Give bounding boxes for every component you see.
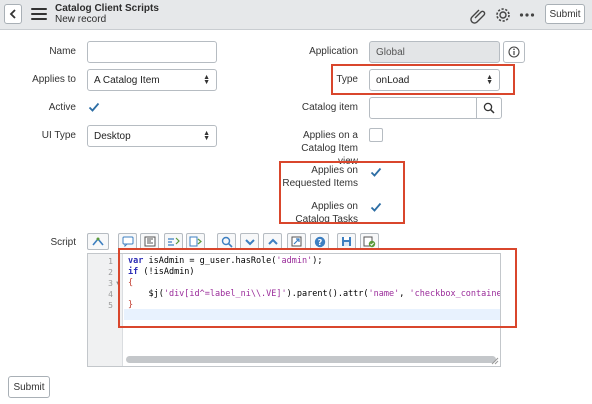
collapse-icon (244, 238, 255, 245)
submit-button-header[interactable]: Submit (545, 4, 585, 24)
script-include-icon (92, 237, 104, 246)
active-checkbox[interactable] (87, 100, 101, 114)
info-button[interactable] (503, 41, 525, 63)
select-arrows-icon: ▲ ▼ (203, 130, 210, 142)
chevron-left-icon (9, 9, 16, 19)
page-subtitle: New record (55, 14, 107, 25)
catalog-item-lookup-button[interactable] (476, 97, 502, 119)
more-options-icon[interactable] (518, 6, 536, 24)
ui-type-label: UI Type (41, 130, 76, 141)
script-label: Script (50, 237, 76, 248)
ui-type-value: Desktop (94, 130, 131, 142)
applies-on-catalog-item-view-checkbox[interactable] (369, 128, 383, 142)
applies-to-label: Applies to (32, 74, 76, 85)
fullscreen-icon (291, 236, 302, 247)
line-number: 2 (108, 268, 113, 277)
active-label: Active (48, 102, 76, 113)
applies-to-select[interactable]: A Catalog Item ▲ ▼ (87, 69, 217, 91)
submit-button-footer[interactable]: Submit (8, 376, 50, 398)
expand-icon (267, 238, 278, 245)
comment-icon (122, 236, 133, 247)
applies-on-highlight-box (279, 161, 405, 224)
horizontal-scrollbar[interactable] (126, 356, 496, 363)
select-arrows-icon: ▲ ▼ (203, 74, 210, 86)
catalog-item-input[interactable] (369, 97, 477, 119)
application-label: Application (309, 46, 358, 57)
checkmark-icon (88, 102, 100, 112)
replace-all-icon (189, 236, 202, 247)
attachment-icon[interactable] (470, 6, 488, 24)
menu-icon[interactable] (31, 8, 47, 22)
name-input[interactable] (87, 41, 217, 63)
application-field: Global (369, 41, 500, 63)
info-icon (508, 46, 520, 58)
ui-type-select[interactable]: Desktop ▲ ▼ (87, 125, 217, 147)
line-number: 4 (108, 290, 113, 299)
record-title-block: Catalog Client Scripts New record (55, 3, 159, 25)
resize-handle-icon[interactable] (491, 357, 499, 365)
catalog-item-label: Catalog item (301, 102, 358, 113)
save-icon (342, 237, 351, 246)
applies-to-value: A Catalog Item (94, 74, 160, 86)
help-icon: ? (314, 236, 325, 247)
syntax-check-icon (363, 236, 376, 247)
form-header: Catalog Client Scripts New record Submit (0, 0, 592, 30)
line-number: 1 (108, 257, 113, 266)
search-icon (483, 102, 495, 114)
replace-icon (168, 237, 180, 246)
search-icon (221, 236, 233, 248)
svg-text:?: ? (317, 238, 322, 247)
back-button[interactable] (4, 4, 22, 24)
page-title: Catalog Client Scripts (55, 3, 159, 14)
line-number: 5 (108, 301, 113, 310)
script-highlight-box (118, 248, 517, 328)
gear-icon[interactable] (494, 6, 512, 24)
script-include-button[interactable] (87, 233, 109, 250)
format-icon (144, 236, 155, 247)
type-highlight-box (331, 64, 515, 95)
line-number: 3 (108, 279, 113, 288)
name-label: Name (49, 46, 76, 57)
